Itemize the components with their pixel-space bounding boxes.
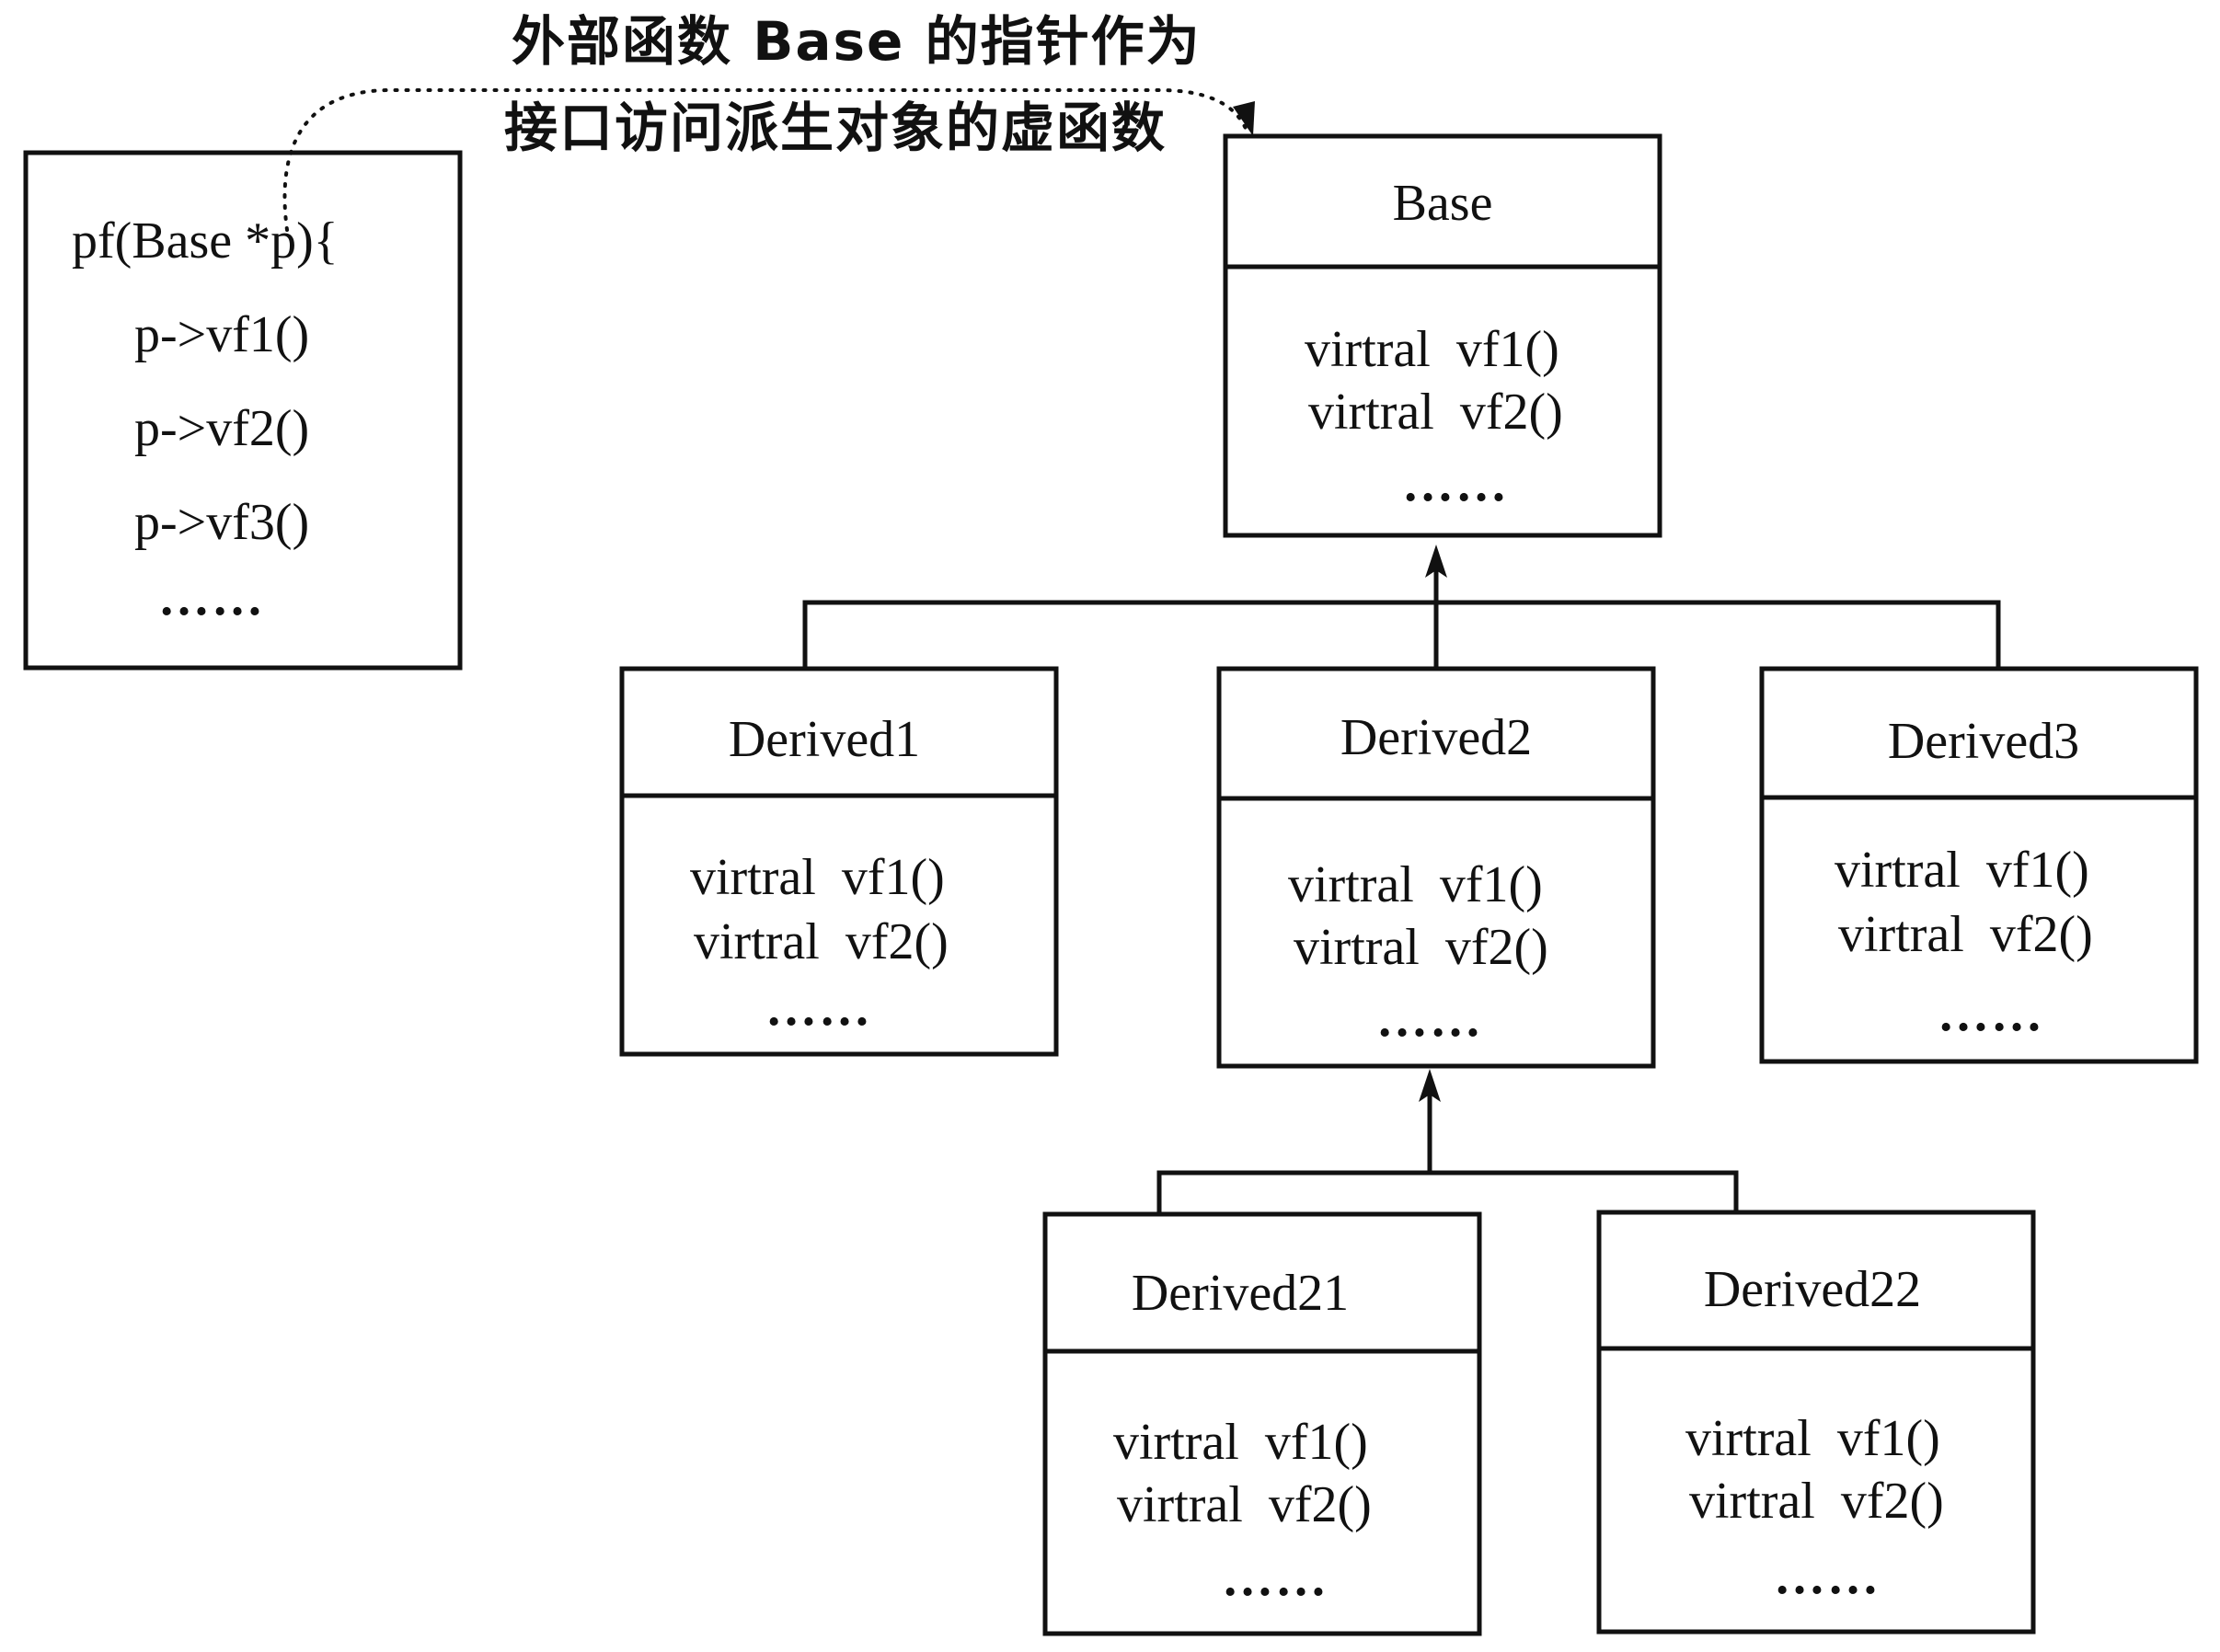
- function-call-vf1: p->vf1(): [134, 306, 310, 363]
- derived3-class-name: Derived3: [1887, 713, 2080, 770]
- base-ellipsis: ……: [1402, 455, 1509, 512]
- derived1-method-vf2: virtral vf2(): [694, 913, 949, 970]
- derived22-class-name: Derived22: [1703, 1261, 1922, 1318]
- derived2-class-name: Derived2: [1340, 709, 1533, 766]
- derived3-method-vf2: virtral vf2(): [1838, 906, 2093, 963]
- base-method-vf2: virtral vf2(): [1308, 384, 1563, 441]
- inheritance-bracket-level2: [1156, 1170, 1739, 1214]
- derived1-class-name: Derived1: [728, 711, 921, 768]
- derived1-ellipsis: ……: [765, 980, 872, 1037]
- derived22-method-vf2: virtral vf2(): [1689, 1473, 1944, 1530]
- function-call-vf2: p->vf2(): [134, 400, 310, 457]
- derived2-ellipsis: ……: [1376, 991, 1483, 1048]
- derived1-method-vf1: virtral vf1(): [690, 849, 945, 906]
- base-class-name: Base: [1392, 175, 1493, 232]
- derived21-ellipsis: ……: [1222, 1550, 1329, 1607]
- derived2-method-vf2: virtral vf2(): [1294, 919, 1548, 976]
- derived22-ellipsis: ……: [1774, 1548, 1881, 1605]
- derived3-method-vf1: virtral vf1(): [1835, 842, 2089, 899]
- derived21-method-vf1: virtral vf1(): [1113, 1414, 1368, 1471]
- base-method-vf1: virtral vf1(): [1305, 321, 1559, 378]
- pointer-call-arrowhead: [1233, 101, 1255, 136]
- derived21-class-name: Derived21: [1131, 1265, 1350, 1322]
- function-ellipsis: ……: [158, 569, 265, 626]
- inheritance-bracket-level1: [802, 600, 2001, 669]
- caption-line-2: 接口访问派生对象的虚函数: [504, 97, 1168, 159]
- caption-line-1: 外部函数 Base 的指针作为: [512, 10, 1202, 73]
- derived22-method-vf1: virtral vf1(): [1685, 1410, 1940, 1467]
- function-call-vf3: p->vf3(): [134, 494, 310, 551]
- derived21-method-vf2: virtral vf2(): [1117, 1476, 1372, 1533]
- derived3-ellipsis: ……: [1938, 985, 2044, 1042]
- function-signature: pf(Base *p){: [72, 212, 339, 270]
- derived2-method-vf1: virtral vf1(): [1288, 856, 1543, 913]
